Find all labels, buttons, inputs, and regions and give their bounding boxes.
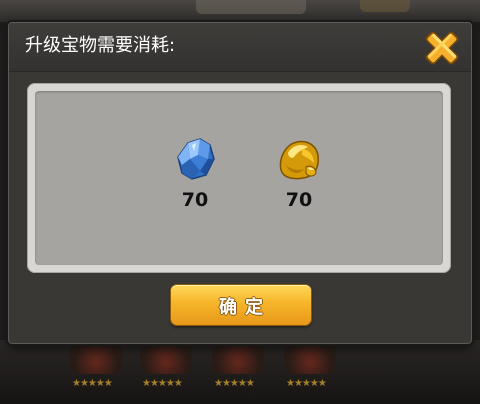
confirm-button-label[interactable]: 确定 (171, 293, 311, 319)
background-star-rating: ★★★★★ (72, 378, 113, 389)
cost-item-gold-ore: 70 (269, 135, 329, 225)
close-button[interactable] (421, 27, 463, 69)
background-tab (196, 0, 306, 14)
blue-crystal-icon (177, 138, 215, 180)
dialog-title: 升级宝物需要消耗: (25, 35, 176, 56)
gold-ore-icon (279, 140, 319, 180)
background-item (140, 344, 192, 374)
cost-panel: 70 70 (27, 83, 451, 273)
upgrade-cost-dialog: 升级宝物需要消耗: 70 70 确定 (8, 22, 472, 344)
background-star-rating: ★★★★★ (214, 378, 255, 389)
blue-crystal-amount: 70 (181, 189, 209, 211)
dialog-header: 升级宝物需要消耗: (9, 23, 471, 72)
background-item (70, 344, 122, 374)
gold-ore-amount: 70 (285, 189, 313, 211)
background-star-rating: ★★★★★ (286, 378, 327, 389)
background-item (212, 344, 264, 374)
confirm-button[interactable]: 确定 (171, 285, 311, 325)
background-tab-right (360, 0, 410, 12)
close-icon[interactable] (421, 27, 463, 69)
cost-item-blue-crystal: 70 (165, 135, 225, 225)
cost-panel-inner: 70 70 (35, 91, 443, 265)
background-star-rating: ★★★★★ (142, 378, 183, 389)
background-item (284, 344, 336, 374)
